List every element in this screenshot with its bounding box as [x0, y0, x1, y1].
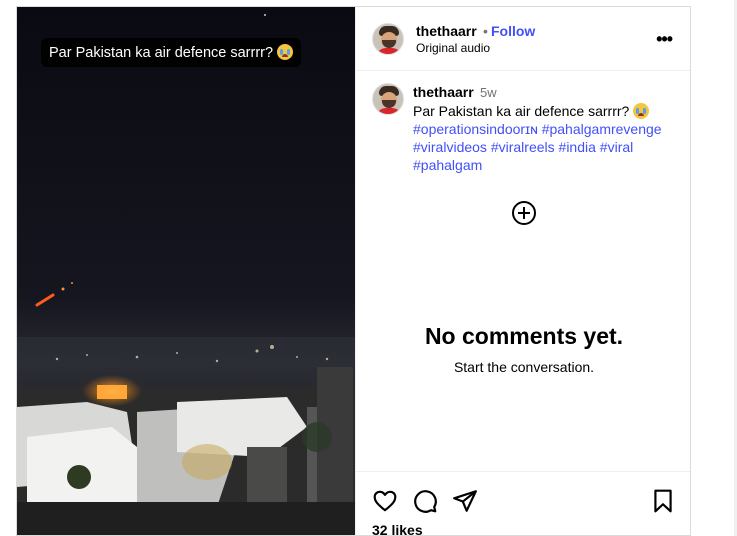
action-bar: 32 likes — [356, 471, 690, 535]
caption-timestamp[interactable]: 5w — [480, 85, 497, 100]
hashtag-link[interactable]: #viralreels — [491, 139, 555, 155]
load-more-comments-icon[interactable] — [512, 201, 536, 225]
post-sidebar: thethaarr • Follow Original audio ••• th… — [355, 7, 690, 535]
follow-button[interactable]: Follow — [491, 23, 535, 39]
hashtag-link[interactable]: #operationsindoorɪɴ — [413, 121, 538, 137]
hashtag-link[interactable]: #viral — [600, 139, 633, 155]
audio-label[interactable]: Original audio — [416, 41, 490, 55]
hashtag-link[interactable]: #viralvideos — [413, 139, 487, 155]
crying-emoji-icon — [277, 44, 294, 60]
more-options-icon[interactable]: ••• — [656, 29, 673, 50]
post-header: thethaarr • Follow Original audio ••• — [356, 7, 690, 71]
avatar[interactable] — [372, 23, 404, 55]
caption-text: Par Pakistan ka air defence sarrrr? #ope… — [413, 102, 678, 174]
separator-dot: • — [483, 23, 488, 39]
share-paper-plane-icon[interactable] — [452, 488, 478, 514]
header-username[interactable]: thethaarr — [416, 23, 477, 39]
caption-body: Par Pakistan ka air defence sarrrr? — [413, 103, 630, 119]
video-caption-overlay: Par Pakistan ka air defence sarrrr? — [41, 38, 302, 67]
caption-avatar[interactable] — [372, 83, 404, 115]
comment-bubble-icon[interactable] — [412, 488, 438, 514]
empty-comments-title: No comments yet. — [424, 323, 624, 349]
likes-count[interactable]: 32 likes — [372, 522, 423, 535]
video-player[interactable]: Par Pakistan ka air defence sarrrr? — [17, 7, 355, 535]
like-heart-icon[interactable] — [372, 488, 398, 514]
hashtag-link[interactable]: #india — [559, 139, 596, 155]
save-bookmark-icon[interactable] — [650, 488, 676, 514]
caption-username[interactable]: thethaarr — [413, 84, 474, 100]
video-frame — [17, 7, 355, 535]
post-modal: Par Pakistan ka air defence sarrrr? thet… — [16, 6, 691, 536]
hashtag-link[interactable]: #pahalgam — [413, 157, 482, 173]
overlay-text: Par Pakistan ka air defence sarrrr? — [49, 45, 274, 61]
empty-comments-subtitle: Start the conversation. — [453, 359, 595, 375]
hashtag-link[interactable]: #pahalgamrevenge — [542, 121, 662, 137]
crying-emoji-icon — [633, 103, 650, 119]
